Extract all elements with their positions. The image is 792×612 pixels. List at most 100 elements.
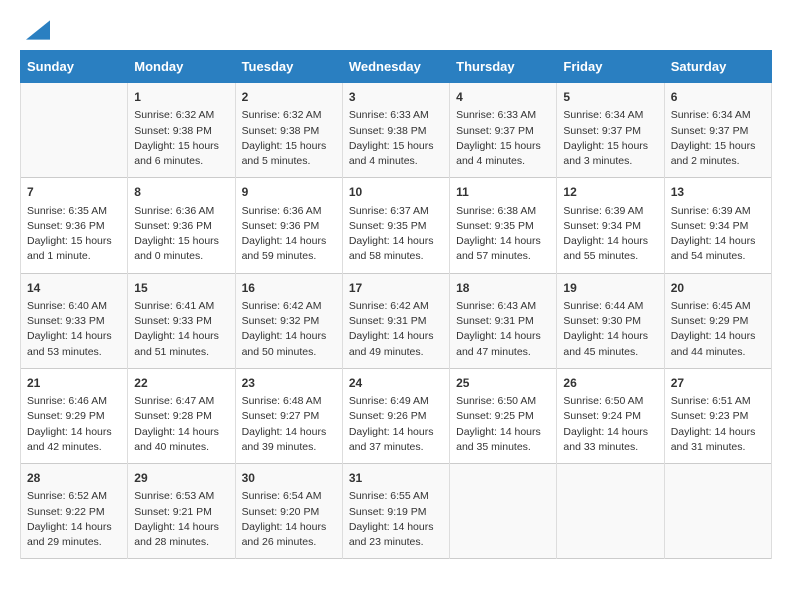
sunset: Sunset: 9:26 PM: [349, 409, 443, 424]
day-number: 10: [349, 184, 443, 201]
day-number: 7: [27, 184, 121, 201]
sunrise: Sunrise: 6:39 AM: [563, 204, 657, 219]
calendar-cell: 26Sunrise: 6:50 AMSunset: 9:24 PMDayligh…: [557, 368, 664, 463]
calendar-week-row: 21Sunrise: 6:46 AMSunset: 9:29 PMDayligh…: [21, 368, 772, 463]
calendar-cell: 23Sunrise: 6:48 AMSunset: 9:27 PMDayligh…: [235, 368, 342, 463]
day-number: 14: [27, 280, 121, 297]
calendar-cell: 7 Sunrise: 6:35 AMSunset: 9:36 PMDaylight…: [21, 178, 128, 273]
sunrise: Sunrise: 6:49 AM: [349, 394, 443, 409]
day-number: 27: [671, 375, 765, 392]
logo-icon: [26, 20, 50, 40]
daylight-hours: Daylight: 14 hours and 55 minutes.: [563, 234, 657, 264]
calendar-cell: 17Sunrise: 6:42 AMSunset: 9:31 PMDayligh…: [342, 273, 449, 368]
day-number: 24: [349, 375, 443, 392]
day-number: 13: [671, 184, 765, 201]
sunset: Sunset: 9:22 PM: [27, 505, 121, 520]
day-number: 31: [349, 470, 443, 487]
sunrise: Sunrise: 6:35 AM: [27, 204, 121, 219]
daylight-hours: Daylight: 15 hours and 1 minute.: [27, 234, 121, 264]
calendar-cell: 20Sunrise: 6:45 AMSunset: 9:29 PMDayligh…: [664, 273, 771, 368]
calendar-body: 1Sunrise: 6:32 AMSunset: 9:38 PMDaylight…: [21, 83, 772, 559]
daylight-hours: Daylight: 14 hours and 44 minutes.: [671, 329, 765, 359]
sunset: Sunset: 9:36 PM: [27, 219, 121, 234]
day-number: 11: [456, 184, 550, 201]
day-number: 6: [671, 89, 765, 106]
sunrise: Sunrise: 6:50 AM: [456, 394, 550, 409]
calendar-cell: 15Sunrise: 6:41 AMSunset: 9:33 PMDayligh…: [128, 273, 235, 368]
daylight-hours: Daylight: 14 hours and 54 minutes.: [671, 234, 765, 264]
sunrise: Sunrise: 6:32 AM: [242, 108, 336, 123]
calendar-cell: 29Sunrise: 6:53 AMSunset: 9:21 PMDayligh…: [128, 464, 235, 559]
daylight-hours: Daylight: 14 hours and 42 minutes.: [27, 425, 121, 455]
daylight-hours: Daylight: 14 hours and 47 minutes.: [456, 329, 550, 359]
sunset: Sunset: 9:20 PM: [242, 505, 336, 520]
daylight-hours: Daylight: 15 hours and 4 minutes.: [349, 139, 443, 169]
calendar-cell: 24Sunrise: 6:49 AMSunset: 9:26 PMDayligh…: [342, 368, 449, 463]
sunrise: Sunrise: 6:37 AM: [349, 204, 443, 219]
daylight-hours: Daylight: 15 hours and 0 minutes.: [134, 234, 228, 264]
sunset: Sunset: 9:38 PM: [349, 124, 443, 139]
calendar-cell: 12Sunrise: 6:39 AMSunset: 9:34 PMDayligh…: [557, 178, 664, 273]
sunset: Sunset: 9:36 PM: [242, 219, 336, 234]
daylight-hours: Daylight: 14 hours and 40 minutes.: [134, 425, 228, 455]
calendar-cell: 5Sunrise: 6:34 AMSunset: 9:37 PMDaylight…: [557, 83, 664, 178]
sunrise: Sunrise: 6:53 AM: [134, 489, 228, 504]
weekday-header: Wednesday: [342, 51, 449, 83]
sunrise: Sunrise: 6:38 AM: [456, 204, 550, 219]
day-number: 20: [671, 280, 765, 297]
weekday-header: Sunday: [21, 51, 128, 83]
calendar-cell: [450, 464, 557, 559]
daylight-hours: Daylight: 14 hours and 33 minutes.: [563, 425, 657, 455]
sunrise: Sunrise: 6:43 AM: [456, 299, 550, 314]
sunset: Sunset: 9:30 PM: [563, 314, 657, 329]
calendar-cell: 27Sunrise: 6:51 AMSunset: 9:23 PMDayligh…: [664, 368, 771, 463]
sunset: Sunset: 9:35 PM: [349, 219, 443, 234]
daylight-hours: Daylight: 15 hours and 6 minutes.: [134, 139, 228, 169]
day-number: 26: [563, 375, 657, 392]
daylight-hours: Daylight: 14 hours and 35 minutes.: [456, 425, 550, 455]
sunset: Sunset: 9:29 PM: [27, 409, 121, 424]
daylight-hours: Daylight: 15 hours and 5 minutes.: [242, 139, 336, 169]
sunrise: Sunrise: 6:54 AM: [242, 489, 336, 504]
calendar-cell: 19Sunrise: 6:44 AMSunset: 9:30 PMDayligh…: [557, 273, 664, 368]
calendar-table: SundayMondayTuesdayWednesdayThursdayFrid…: [20, 50, 772, 559]
daylight-hours: Daylight: 14 hours and 39 minutes.: [242, 425, 336, 455]
calendar-cell: 11Sunrise: 6:38 AMSunset: 9:35 PMDayligh…: [450, 178, 557, 273]
page-header: [20, 20, 772, 40]
sunset: Sunset: 9:37 PM: [671, 124, 765, 139]
weekday-row: SundayMondayTuesdayWednesdayThursdayFrid…: [21, 51, 772, 83]
calendar-cell: [557, 464, 664, 559]
sunrise: Sunrise: 6:46 AM: [27, 394, 121, 409]
sunrise: Sunrise: 6:44 AM: [563, 299, 657, 314]
weekday-header: Tuesday: [235, 51, 342, 83]
day-number: 19: [563, 280, 657, 297]
sunset: Sunset: 9:36 PM: [134, 219, 228, 234]
sunset: Sunset: 9:34 PM: [563, 219, 657, 234]
sunrise: Sunrise: 6:33 AM: [349, 108, 443, 123]
daylight-hours: Daylight: 15 hours and 4 minutes.: [456, 139, 550, 169]
day-number: 5: [563, 89, 657, 106]
sunset: Sunset: 9:19 PM: [349, 505, 443, 520]
calendar-cell: 4Sunrise: 6:33 AMSunset: 9:37 PMDaylight…: [450, 83, 557, 178]
calendar-cell: 18Sunrise: 6:43 AMSunset: 9:31 PMDayligh…: [450, 273, 557, 368]
day-number: 9: [242, 184, 336, 201]
day-number: 29: [134, 470, 228, 487]
calendar-cell: 22Sunrise: 6:47 AMSunset: 9:28 PMDayligh…: [128, 368, 235, 463]
sunrise: Sunrise: 6:42 AM: [349, 299, 443, 314]
daylight-hours: Daylight: 14 hours and 23 minutes.: [349, 520, 443, 550]
sunrise: Sunrise: 6:50 AM: [563, 394, 657, 409]
sunrise: Sunrise: 6:40 AM: [27, 299, 121, 314]
daylight-hours: Daylight: 14 hours and 59 minutes.: [242, 234, 336, 264]
calendar-cell: 21Sunrise: 6:46 AMSunset: 9:29 PMDayligh…: [21, 368, 128, 463]
sunset: Sunset: 9:21 PM: [134, 505, 228, 520]
day-number: 30: [242, 470, 336, 487]
calendar-header: SundayMondayTuesdayWednesdayThursdayFrid…: [21, 51, 772, 83]
sunrise: Sunrise: 6:36 AM: [242, 204, 336, 219]
daylight-hours: Daylight: 14 hours and 50 minutes.: [242, 329, 336, 359]
day-number: 15: [134, 280, 228, 297]
calendar-cell: 3Sunrise: 6:33 AMSunset: 9:38 PMDaylight…: [342, 83, 449, 178]
day-number: 23: [242, 375, 336, 392]
daylight-hours: Daylight: 15 hours and 3 minutes.: [563, 139, 657, 169]
day-number: 8: [134, 184, 228, 201]
sunrise: Sunrise: 6:36 AM: [134, 204, 228, 219]
